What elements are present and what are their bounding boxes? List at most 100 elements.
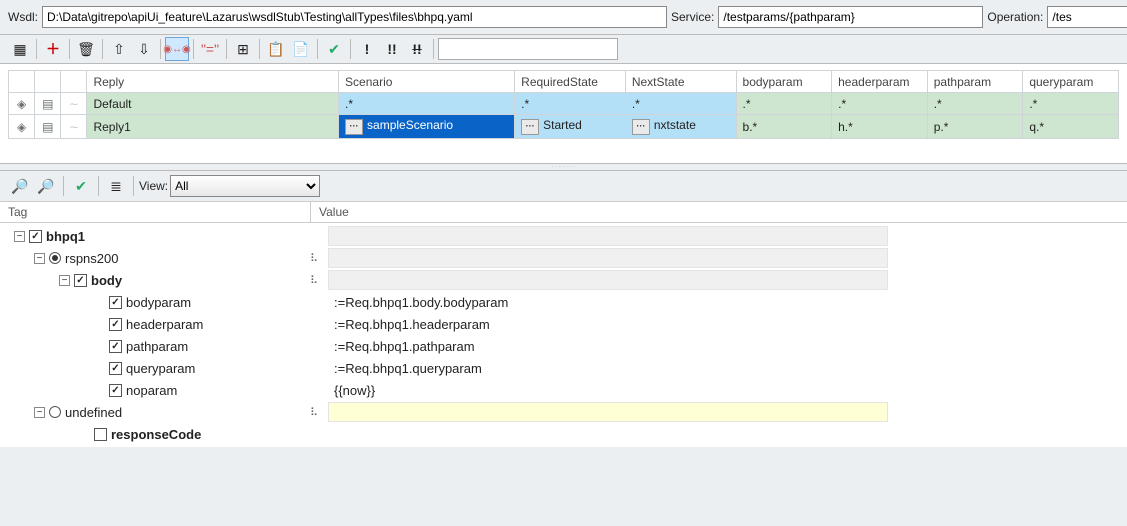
cell-header[interactable]: h.* xyxy=(832,115,928,139)
cell-body[interactable]: .* xyxy=(736,93,832,115)
tree-row[interactable]: headerparam:=Req.bhpq1.headerparam xyxy=(0,313,1127,335)
collapse-toggle[interactable]: − xyxy=(34,253,45,264)
tree-row[interactable]: − bhpq1 xyxy=(0,225,1127,247)
tree-row[interactable]: noparam{{now}} xyxy=(0,379,1127,401)
col-scenario[interactable]: Scenario xyxy=(339,71,515,93)
row-icon[interactable]: ▤ xyxy=(42,97,53,111)
tree-row[interactable]: bodyparam:=Req.bhpq1.body.bodyparam xyxy=(0,291,1127,313)
add-icon[interactable]: ＋ xyxy=(41,37,65,61)
ellipsis-icon[interactable]: ··· xyxy=(521,119,539,135)
tree-value[interactable] xyxy=(328,248,888,268)
tree-value[interactable]: {{now}} xyxy=(328,380,888,400)
cell-scenario[interactable]: ···sampleScenario xyxy=(339,115,515,139)
find-icon[interactable]: 🔎 xyxy=(8,174,32,198)
tree-row[interactable]: −body⠧ xyxy=(0,269,1127,291)
tree-branch-icon[interactable]: ⠧ xyxy=(310,274,328,287)
new-icon[interactable]: ▦ xyxy=(8,37,32,61)
col-nextstate[interactable]: NextState xyxy=(625,71,736,93)
down-icon[interactable]: ⇩ xyxy=(132,37,156,61)
delete-icon[interactable]: 🗑 xyxy=(74,37,98,61)
cell-path[interactable]: p.* xyxy=(927,115,1023,139)
collapse-toggle[interactable]: − xyxy=(34,407,45,418)
cell-body[interactable]: b.* xyxy=(736,115,832,139)
tree-value[interactable] xyxy=(328,402,888,422)
collapse-toggle[interactable]: − xyxy=(14,231,25,242)
view-select[interactable]: All xyxy=(170,175,320,197)
row-icon[interactable]: ▤ xyxy=(42,120,53,134)
row-icon[interactable]: ∼ xyxy=(69,120,79,134)
tree-row[interactable]: pathparam:=Req.bhpq1.pathparam xyxy=(0,335,1127,357)
table-row[interactable]: ◈ ▤ ∼ Reply1 ···sampleScenario ···Starte… xyxy=(9,115,1119,139)
cell-header[interactable]: .* xyxy=(832,93,928,115)
splitter[interactable]: · · · · · · · xyxy=(0,163,1127,171)
row-icon[interactable]: ∼ xyxy=(69,97,79,111)
paste-icon[interactable]: 📄 xyxy=(289,37,313,61)
cell-query[interactable]: q.* xyxy=(1023,115,1119,139)
cell-reply[interactable]: Default xyxy=(87,93,339,115)
checkbox-icon[interactable] xyxy=(94,428,107,441)
cell-next[interactable]: ···nxtstate xyxy=(625,115,736,139)
copy-icon[interactable]: 📋 xyxy=(264,37,288,61)
list-icon[interactable]: ≣ xyxy=(104,174,128,198)
col-pathparam[interactable]: pathparam xyxy=(927,71,1023,93)
radio-icon[interactable] xyxy=(49,252,61,264)
cell-required[interactable]: ···Started xyxy=(515,115,626,139)
col-headerparam[interactable]: headerparam xyxy=(832,71,928,93)
tree-label: bhpq1 xyxy=(46,229,85,244)
row-icon[interactable]: ◈ xyxy=(17,120,26,134)
tree-value[interactable]: :=Req.bhpq1.headerparam xyxy=(328,314,888,334)
tree-value[interactable] xyxy=(328,226,888,246)
tree-row[interactable]: queryparam:=Req.bhpq1.queryparam xyxy=(0,357,1127,379)
separator xyxy=(102,39,103,59)
tree-value[interactable]: :=Req.bhpq1.queryparam xyxy=(328,358,888,378)
quote-icon[interactable]: "=" xyxy=(198,37,222,61)
cell-next[interactable]: .* xyxy=(625,93,736,115)
cell-path[interactable]: .* xyxy=(927,93,1023,115)
checkbox-icon[interactable] xyxy=(109,318,122,331)
toolbar-search-input[interactable] xyxy=(438,38,618,60)
col-bodyparam[interactable]: bodyparam xyxy=(736,71,832,93)
checkbox-icon[interactable] xyxy=(109,362,122,375)
grid-icon[interactable]: ⊞ xyxy=(231,37,255,61)
ellipsis-icon[interactable]: ··· xyxy=(345,119,363,135)
col-queryparam[interactable]: queryparam xyxy=(1023,71,1119,93)
checkbox-icon[interactable] xyxy=(29,230,42,243)
cell-query[interactable]: .* xyxy=(1023,93,1119,115)
service-input[interactable] xyxy=(718,6,983,28)
checkbox-icon[interactable] xyxy=(74,274,87,287)
cell-required[interactable]: .* xyxy=(515,93,626,115)
tree-value[interactable]: :=Req.bhpq1.body.bodyparam xyxy=(328,292,888,312)
table-row[interactable]: ◈ ▤ ∼ Default .* .* .* .* .* .* .* xyxy=(9,93,1119,115)
up-icon[interactable]: ⇧ xyxy=(107,37,131,61)
row-icon[interactable]: ◈ xyxy=(17,97,26,111)
ellipsis-icon[interactable]: ··· xyxy=(632,119,650,135)
tree-branch-icon[interactable]: ⠧ xyxy=(310,406,328,419)
find-next-icon[interactable]: 🔎 xyxy=(34,174,58,198)
excl-strike-icon[interactable]: !! xyxy=(405,37,429,61)
tree-col-value[interactable]: Value xyxy=(310,202,870,222)
wsdl-input[interactable] xyxy=(42,6,667,28)
check-icon[interactable]: ✔ xyxy=(322,37,346,61)
checkbox-icon[interactable] xyxy=(109,340,122,353)
cell-reply[interactable]: Reply1 xyxy=(87,115,339,139)
tree-value[interactable]: :=Req.bhpq1.pathparam xyxy=(328,336,888,356)
tree-row[interactable]: responseCode xyxy=(0,423,1127,445)
operation-input[interactable] xyxy=(1047,6,1127,28)
validate-icon[interactable]: ✔ xyxy=(69,174,93,198)
excl2-icon[interactable]: !! xyxy=(380,37,404,61)
link-icon[interactable]: ◉↔◉ xyxy=(165,37,189,61)
tree-value[interactable] xyxy=(328,424,888,444)
tree-row[interactable]: −undefined⠧ xyxy=(0,401,1127,423)
tree-branch-icon[interactable]: ⠧ xyxy=(310,252,328,265)
tree-row[interactable]: −rspns200⠧ xyxy=(0,247,1127,269)
cell-scenario[interactable]: .* xyxy=(339,93,515,115)
tree-col-tag[interactable]: Tag xyxy=(0,202,310,222)
checkbox-icon[interactable] xyxy=(109,296,122,309)
col-requiredstate[interactable]: RequiredState xyxy=(515,71,626,93)
excl1-icon[interactable]: ! xyxy=(355,37,379,61)
col-reply[interactable]: Reply xyxy=(87,71,339,93)
checkbox-icon[interactable] xyxy=(109,384,122,397)
radio-icon[interactable] xyxy=(49,406,61,418)
collapse-toggle[interactable]: − xyxy=(59,275,70,286)
tree-value[interactable] xyxy=(328,270,888,290)
